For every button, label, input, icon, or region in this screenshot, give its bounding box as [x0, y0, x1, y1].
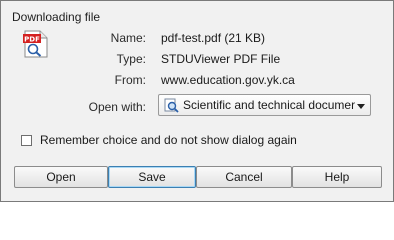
remember-label: Remember choice and do not show dialog a…	[40, 133, 297, 147]
open-with-select[interactable]: Scientific and technical documer	[158, 94, 371, 116]
remember-checkbox[interactable]	[21, 134, 32, 146]
download-dialog: Downloading file PDF Name: pdf-test.pdf …	[0, 0, 394, 202]
name-label: Name:	[110, 31, 146, 45]
chevron-down-icon[interactable]	[356, 100, 366, 110]
type-value: STDUViewer PDF File	[161, 52, 281, 66]
save-button[interactable]: Save	[108, 166, 196, 188]
from-value: www.education.gov.yk.ca	[161, 73, 295, 87]
magnifier-app-icon	[164, 98, 179, 113]
dialog-title: Downloading file	[12, 10, 101, 24]
name-value: pdf-test.pdf (21 KB)	[161, 31, 266, 45]
open-button[interactable]: Open	[14, 166, 108, 188]
from-label: From:	[114, 73, 146, 87]
cancel-button[interactable]: Cancel	[196, 166, 292, 188]
remember-choice[interactable]: Remember choice and do not show dialog a…	[21, 133, 297, 147]
type-label: Type:	[116, 52, 146, 66]
open-with-value: Scientific and technical documer	[183, 98, 355, 112]
help-button[interactable]: Help	[292, 166, 382, 188]
open-with-label: Open with:	[88, 100, 146, 114]
